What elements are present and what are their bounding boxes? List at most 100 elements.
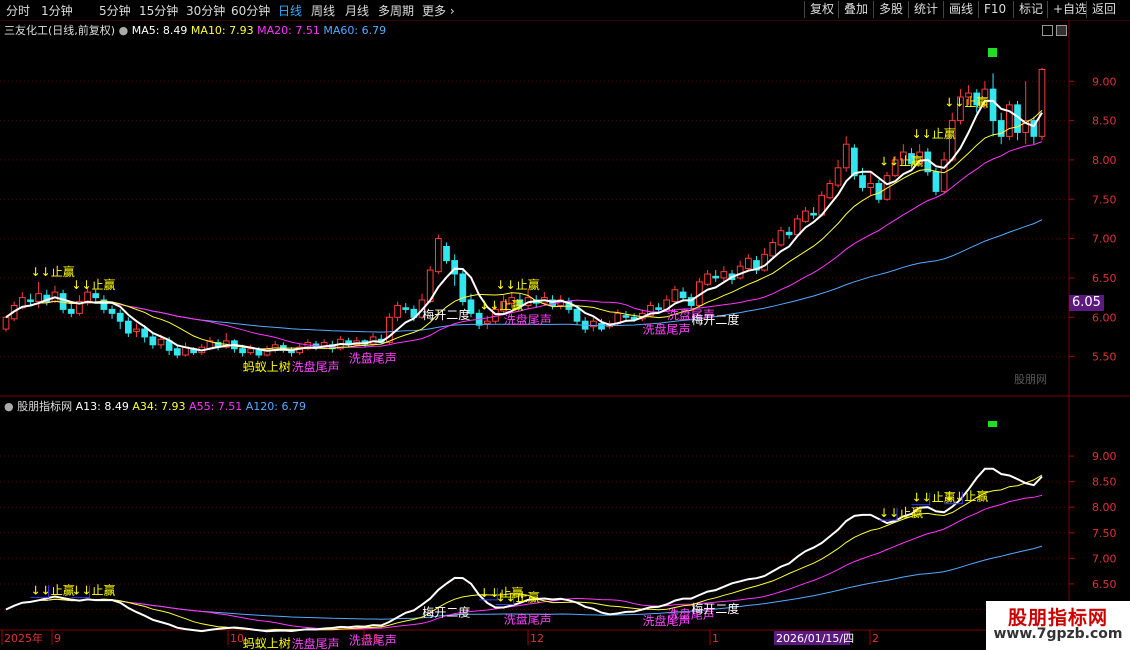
candle-body (59, 293, 67, 310)
ma10-value: MA10: 7.93 (190, 24, 254, 37)
candle-body (133, 328, 140, 332)
candle-body (125, 320, 132, 334)
indicator-panel-header: ● 股朋指标网 A13: 8.49 A34: 7.93 A55: 7.51 A1… (4, 398, 306, 414)
candle-body (720, 271, 728, 279)
settings-circle-icon[interactable]: ● (119, 24, 129, 37)
y-tick-label: 8.50 (1092, 476, 1117, 489)
candle-body (67, 308, 75, 314)
signal-label: ↓↓止赢 (71, 583, 115, 598)
signal-label: ↓↓止赢 (31, 264, 75, 279)
time-axis-label: 11 (366, 632, 380, 645)
green-signal-marker (988, 48, 997, 57)
candle-body (116, 312, 124, 322)
candle-body (247, 348, 255, 354)
candle-body (434, 238, 442, 273)
a120-value: A120: 6.79 (245, 400, 306, 413)
a13-value: A13: 8.49 (75, 400, 129, 413)
candle-body (671, 289, 679, 303)
brand-url: www.7gpzb.com (993, 626, 1123, 642)
time-axis-label: 12 (530, 632, 544, 645)
candle-body (239, 348, 246, 354)
stock-name: 三友化工(日线,前复权) (4, 24, 116, 37)
signal-label: 梅开二度 (422, 605, 470, 620)
candle-body (932, 171, 940, 192)
candle-body (859, 175, 866, 188)
time-axis-label: 2 (872, 632, 879, 645)
candle-body (443, 245, 450, 262)
signal-label: ↓↓止赢 (912, 490, 956, 505)
green-signal-marker (988, 421, 997, 427)
time-axis-label: 1 (712, 632, 719, 645)
signal-label: 洗盘尾声 (642, 321, 690, 336)
candle-body (394, 304, 401, 318)
signal-label: 蚂蚁上树 (243, 635, 291, 650)
candle-body (598, 323, 605, 330)
maximize-icon[interactable] (1056, 25, 1067, 36)
candle-body (402, 307, 410, 310)
signal-label: 梅开二度 (422, 307, 470, 322)
candle-body (1038, 68, 1046, 137)
y-tick-label: 5.50 (1092, 351, 1117, 364)
signal-label: ↓↓止赢 (479, 585, 523, 600)
candle-body (92, 293, 100, 299)
candle-body (483, 320, 491, 325)
candle-body (802, 210, 809, 222)
signal-label: 洗盘尾声 (349, 350, 397, 365)
signal-label: ↓↓止赢 (496, 277, 540, 292)
y-tick-label: 7.00 (1092, 552, 1117, 565)
signal-label: 梅开二度 (691, 601, 739, 616)
settings-circle-icon[interactable]: ● (4, 400, 14, 413)
y-tick-label: 7.50 (1092, 527, 1117, 540)
signal-label: 蚂蚁上树 (243, 359, 291, 374)
candle-body (655, 307, 662, 310)
signal-label: 梅开二度 (691, 312, 739, 327)
minimize-icon[interactable] (1042, 25, 1053, 36)
y-tick-label: 8.50 (1092, 115, 1117, 128)
y-tick-label: 6.00 (1092, 311, 1117, 324)
candle-body (867, 183, 875, 188)
candle-body (769, 242, 777, 257)
main-panel-header: 三友化工(日线,前复权) ● MA5: 8.49 MA10: 7.93 MA20… (4, 22, 386, 38)
candle-body (989, 88, 997, 122)
candle-body (679, 291, 687, 299)
candle-body (842, 143, 850, 169)
candle-body (27, 299, 34, 303)
a34-value: A34: 7.93 (132, 400, 186, 413)
signal-label: ↓↓止赢 (944, 95, 988, 110)
candle-body (35, 293, 42, 303)
ma60-value: MA60: 6.79 (323, 24, 387, 37)
y-tick-label: 9.00 (1092, 450, 1117, 463)
y-tick-label: 6.50 (1092, 272, 1117, 285)
candle-body (149, 336, 157, 346)
candle-body (826, 183, 834, 199)
candle-body (255, 349, 263, 356)
y-tick-label: 8.00 (1092, 501, 1117, 514)
candle-body (834, 167, 842, 186)
signal-label: ↓↓止赢 (879, 154, 923, 169)
y-tick-label: 9.00 (1092, 75, 1117, 88)
kline-chart[interactable]: 9.00 8.50 8.00 7.50 7.00 6.50 6.00 5.50 9.00 8.50… (0, 0, 1130, 650)
signal-label: ↓↓止赢 (479, 298, 523, 313)
candle-body (622, 315, 630, 318)
watermark: 股朋网 (1014, 373, 1047, 386)
candle-body (704, 273, 711, 285)
signal-label: 洗盘尾声 (504, 611, 552, 626)
ma20-value: MA20: 7.51 (257, 24, 320, 37)
candle-body (777, 230, 785, 246)
brand-overlay: 股朋指标网 www.7gpzb.com (986, 601, 1130, 650)
indicator-name: 股朋指标网 (17, 400, 73, 413)
signal-label: 洗盘尾声 (292, 636, 340, 650)
y-tick-label: 6.50 (1092, 578, 1117, 591)
time-axis-label: 9 (54, 632, 61, 645)
signal-label: 洗盘尾声 (292, 359, 340, 374)
candle-body (810, 212, 817, 216)
candle-body (141, 328, 149, 338)
candle-body (108, 308, 116, 314)
signal-label: ↓↓止赢 (71, 277, 115, 292)
candle-body (712, 275, 720, 279)
a120-line (5, 545, 1043, 620)
candle-body (785, 231, 793, 236)
candle-body (573, 308, 581, 322)
candle-body (744, 257, 752, 269)
a55-value: A55: 7.51 (189, 400, 243, 413)
